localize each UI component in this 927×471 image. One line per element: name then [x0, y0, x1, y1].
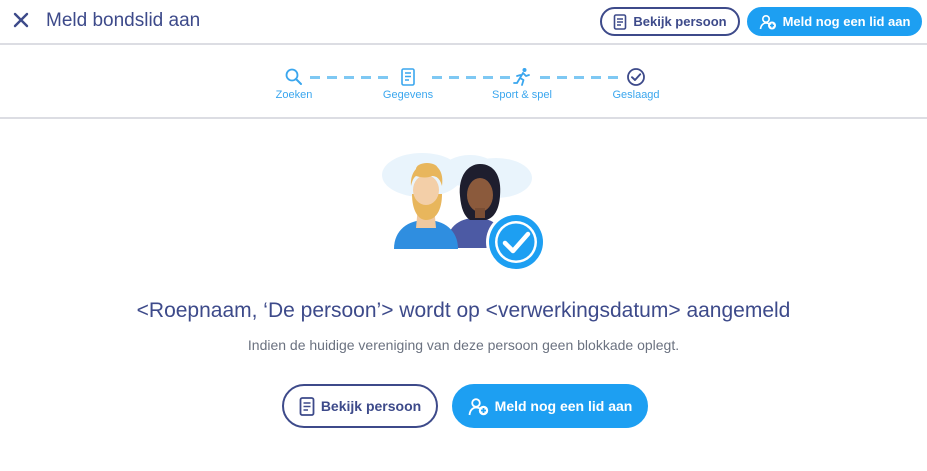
progress-stepper: Zoeken Gegevens Sport & spel Geslaagd [0, 47, 927, 119]
running-icon [513, 68, 530, 86]
step-label: Zoeken [275, 89, 313, 101]
step-label: Geslaagd [612, 89, 660, 101]
success-illustration [382, 153, 546, 272]
page-title: Meld bondslid aan [46, 10, 201, 31]
add-member-button[interactable]: Meld nog een lid aan [747, 7, 922, 36]
search-icon [285, 68, 302, 85]
step-label: Sport & spel [492, 89, 552, 101]
add-person-icon [759, 14, 776, 29]
document-icon [299, 396, 315, 416]
success-headline: <Roepnaam, ‘De persoon’> wordt op <verwe… [136, 299, 791, 322]
close-icon[interactable] [10, 9, 32, 31]
step-search: Zoeken [254, 67, 334, 101]
add-member-button[interactable]: Meld nog een lid aan [452, 384, 648, 428]
add-member-label: Meld nog een lid aan [782, 14, 911, 29]
view-person-label: Bekijk persoon [320, 398, 422, 414]
check-circle-icon [627, 68, 645, 86]
view-person-button[interactable]: Bekijk persoon [600, 7, 740, 36]
add-person-icon [468, 397, 488, 415]
view-person-button[interactable]: Bekijk persoon [282, 384, 438, 428]
document-icon [401, 68, 415, 86]
step-sport: Sport & spel [482, 67, 562, 101]
success-subline: Indien de huidige vereniging van deze pe… [247, 337, 680, 353]
document-icon [614, 13, 627, 30]
step-label: Gegevens [382, 89, 434, 101]
step-details: Gegevens [368, 67, 448, 101]
header-bar: Meld bondslid aan Bekijk persoon Meld no… [0, 0, 927, 45]
step-success: Geslaagd [596, 67, 676, 101]
add-member-label: Meld nog een lid aan [494, 398, 633, 414]
view-person-label: Bekijk persoon [633, 14, 727, 29]
